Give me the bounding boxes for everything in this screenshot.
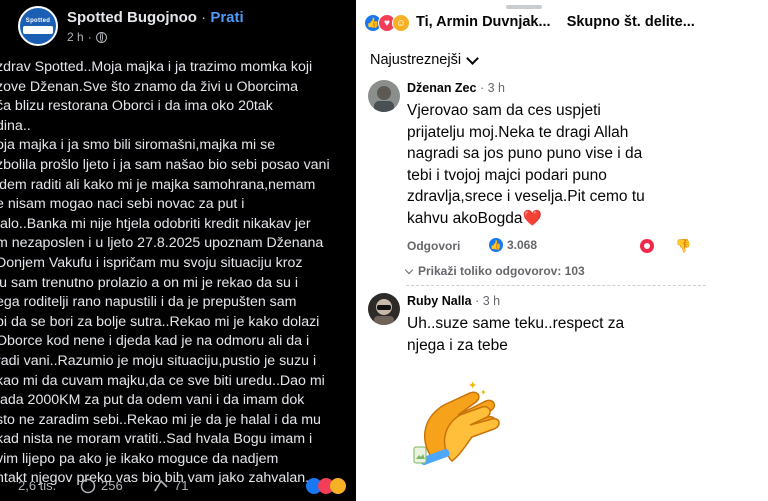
comment-author: Ruby Nalla · 3 h [407, 294, 500, 308]
avatar[interactable] [368, 80, 400, 112]
thumb-down-icon[interactable]: 👎 [675, 238, 691, 254]
post-time[interactable]: 2 h [67, 30, 84, 44]
svg-text:✦: ✦ [480, 388, 487, 397]
like-count-value: 3.068 [507, 238, 538, 252]
post-line: dina.. [0, 117, 31, 134]
sort-dropdown[interactable]: Najustreznejši [370, 51, 479, 68]
drag-handle[interactable] [506, 5, 542, 9]
chevron-down-icon [404, 265, 414, 274]
post-body: zdrav Spotted..Moja majka i ja trazimo m… [0, 58, 356, 489]
comments-count-group[interactable]: 256 [80, 478, 123, 494]
post-line: oja majka i ja smo bili siromašni,majka … [0, 137, 276, 154]
post-panel: Spotted Spotted Bugojnoo · Prati 2 h · z… [0, 0, 356, 501]
separator-dot: · [87, 30, 92, 44]
reply-button[interactable]: Odgovori [407, 239, 460, 253]
view-replies-label: Prikaži toliko odgovorov: 103 [418, 264, 585, 278]
post-line: kad nista ne moram vratiti..Sad hvala Bo… [0, 431, 313, 448]
post-line: e nisam mogao naci sebi novac za put i [0, 196, 245, 213]
image-icon[interactable] [413, 446, 427, 464]
follow-button[interactable]: Prati [210, 9, 243, 26]
post-meta: 2 h · [67, 30, 107, 44]
comment-author-name[interactable]: Ruby Nalla [407, 294, 472, 308]
post-line: sto ne zaradim sebi..Rekao mi je da je h… [0, 411, 321, 428]
comments-panel: 👍 ♥ ☺ Ti, Armin Duvnjak... Skupno št. de… [356, 0, 723, 501]
post-line: zbolila prošlo ljeto i ja sam našao bio … [0, 156, 330, 173]
reaction-bar: 2,6 tis. 256 71 [0, 470, 356, 501]
comment-line: kahvu akoBogda [407, 209, 523, 227]
shares-count: 71 [174, 478, 189, 493]
upvote-icon[interactable] [640, 239, 654, 253]
page-avatar[interactable]: Spotted [18, 6, 58, 46]
comments-count: 256 [101, 478, 123, 493]
reactions-count[interactable]: 2,6 tis. [18, 478, 56, 493]
globe-icon [95, 31, 107, 43]
view-replies-button[interactable]: Prikaži toliko odgovorov: 103 [404, 264, 585, 278]
share-summary-text: Skupno št. delite... [566, 14, 695, 30]
svg-text:✦: ✦ [468, 380, 477, 392]
post-line: zdrav Spotted..Moja majka i ja trazimo m… [0, 59, 313, 75]
avatar-logo-bar [23, 26, 53, 34]
post-line: bi da se bori za bolje sutra..Rekao mi j… [0, 313, 320, 330]
reacted-by-summary[interactable]: Ti, Armin Duvnjak... Skupno št. delite..… [416, 14, 695, 30]
comment-line: prijatelju moj.Neka te dragi Allah [407, 123, 629, 141]
comments-header: 👍 ♥ ☺ Ti, Armin Duvnjak... Skupno št. de… [356, 0, 723, 44]
post-line: radi vani..Razumio je moju situaciju,pus… [0, 352, 317, 369]
divider [406, 285, 706, 287]
post-line: ju sam trenutno prolazio a on mi je reka… [0, 274, 299, 291]
care-reaction-icon: ☺ [392, 14, 410, 32]
page-name-link[interactable]: Spotted Bugojnoo [67, 9, 197, 26]
post-line: vim lijepo pa ako je ikako moguce da nad… [0, 450, 279, 467]
comment-line: tebi i tvojoj majci podari puno [407, 166, 607, 184]
shares-count-group[interactable]: 71 [153, 478, 188, 494]
post-line: Donjem Vakufu i ispričam mu svoju situac… [0, 254, 303, 271]
heart-emoji: ❤️ [522, 209, 542, 227]
profile-photo-icon [368, 80, 400, 112]
comment-icon [80, 478, 96, 493]
reaction-icons[interactable] [306, 477, 346, 494]
post-line: ega roditelji rano napustili i da je pre… [0, 294, 297, 311]
comment-body: Vjerovao sam da ces uspjeti prijatelju m… [407, 100, 645, 229]
comment-line: Vjerovao sam da ces uspjeti [407, 102, 601, 119]
sort-label: Najustreznejši [370, 52, 462, 68]
post-line: talo..Banka mi nije htjela odobriti kred… [0, 215, 311, 232]
separator-dot: · [201, 9, 211, 26]
comment-line: zdravlja,srece i veselja.Pit cemo tu [407, 188, 645, 205]
like-icon: 👍 [489, 238, 503, 252]
share-icon [154, 479, 168, 491]
post-line: m nezaposlen i u ljeto 27.8.2025 upoznam… [0, 235, 324, 252]
profile-photo-icon [368, 293, 400, 325]
post-line: ća blizu restorana Oborci i da ima oko 2… [0, 98, 273, 115]
comment-author: Dženan Zec · 3 h [407, 81, 505, 95]
post-line: Oborce kod nene i djeda kad je na odmoru… [0, 333, 310, 350]
comment-line: njega i za tebe [407, 336, 508, 354]
like-count[interactable]: 👍 3.068 [489, 238, 537, 252]
bottom-spacer [356, 481, 723, 501]
post-line: kao mi da cuvam majku,da ce sve biti ure… [0, 372, 325, 389]
comment-time[interactable]: 3 h [488, 81, 505, 95]
comment-time[interactable]: 3 h [483, 294, 500, 308]
reaction-summary-icons[interactable]: 👍 ♥ ☺ [364, 14, 410, 32]
comment-time-sep: · [475, 294, 483, 308]
comment-line: nagradi sa jos puno puno vise i da [407, 145, 643, 162]
avatar-logo-text: Spotted [25, 18, 51, 24]
comment-time-sep: · [479, 81, 488, 95]
comment-body: Uh..suze same teku..respect za njega i z… [407, 313, 624, 356]
reacted-by-text: Ti, Armin Duvnjak... [416, 14, 551, 30]
comment-author-name[interactable]: Dženan Zec [407, 81, 476, 95]
care-reaction-icon [330, 477, 346, 494]
page-title: Spotted Bugojnoo · Prati [67, 9, 244, 26]
post-line: tada 2000KM za put da odem vani i da ima… [0, 392, 305, 409]
post-line: idem raditi ali kako mi je majka samohra… [0, 176, 316, 193]
comment-line-with-heart: kahvu akoBogda❤️ [407, 208, 645, 230]
comment-actions: Odgovori 👍 3.068 👎 [407, 238, 707, 256]
right-margin [723, 0, 768, 501]
comment-line: Uh..suze same teku..respect za [407, 315, 625, 332]
avatar[interactable] [368, 293, 400, 325]
post-line: zove Dženan.Sve što znamo da živi u Obor… [0, 78, 299, 95]
chevron-down-icon [466, 51, 479, 65]
